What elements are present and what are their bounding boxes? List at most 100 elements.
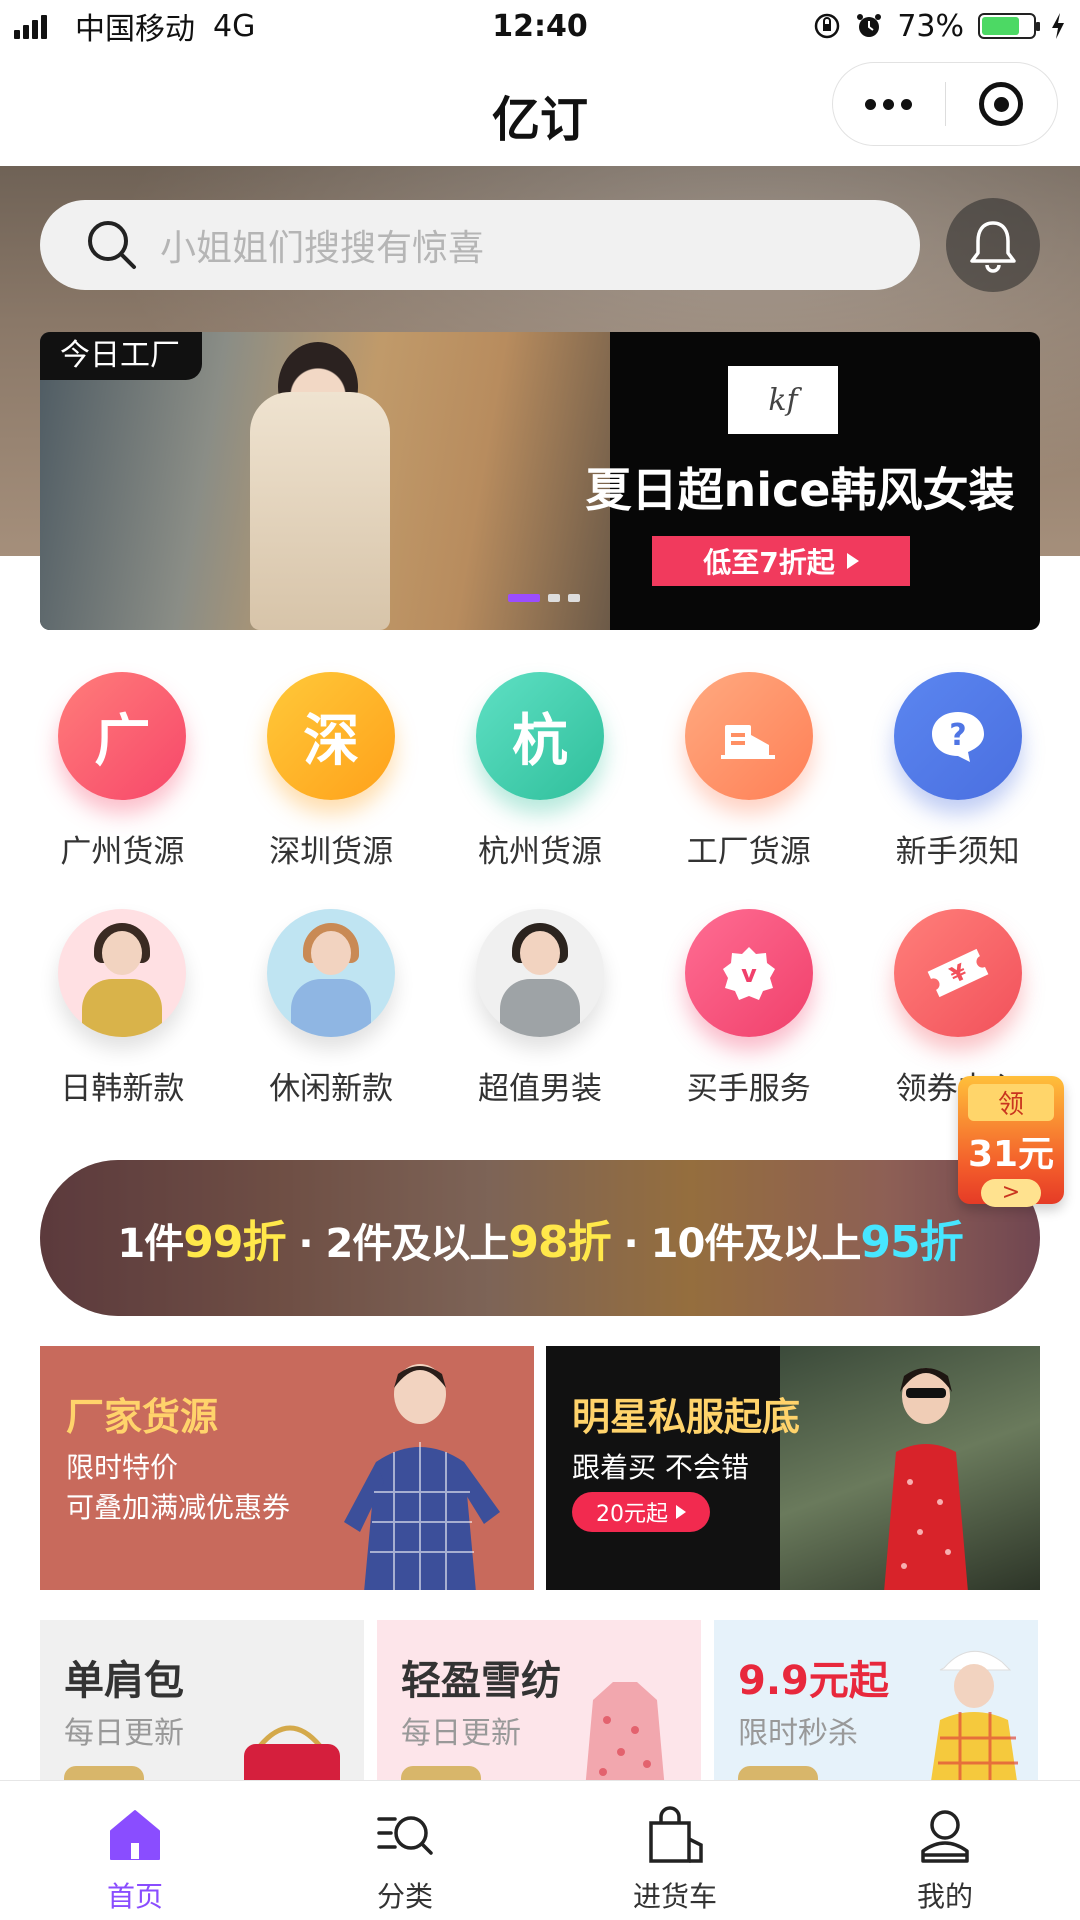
promo-price-button[interactable]: 20元起 [572,1492,710,1532]
tab-label: 分类 [376,1880,433,1913]
category-label: 新手须知 [895,834,1020,870]
mini-card-button [64,1766,144,1780]
tab-label: 首页 [106,1880,163,1913]
category-grid: 广 广州货源 深 深圳货源 杭 杭州货源 工厂货源 ? 新手须知 日韩新款 休闲… [18,672,1062,1108]
mini-card-title: 单肩包 [64,1658,184,1704]
model-photo [344,1364,500,1590]
category-shenzhen[interactable]: 深 深圳货源 [227,672,436,871]
discount-tier-1-unit: 折 [242,1217,287,1268]
discount-text: 1件99折 · 2件及以上98折 · 10件及以上95折 [117,1206,964,1270]
promo-card-factory[interactable]: 厂家货源 限时特价 可叠加满减优惠券 [40,1346,534,1590]
discount-strip[interactable]: 1件99折 · 2件及以上98折 · 10件及以上95折 [40,1160,1040,1316]
more-icon[interactable] [833,98,945,110]
search-input[interactable]: 小姐姐们搜搜有惊喜 [40,200,920,290]
discount-tier-3-value: 95 [860,1217,920,1268]
target-icon [979,82,1024,126]
promo-line: 限时特价 [66,1451,179,1484]
network-type: 4G [213,8,256,44]
category-guide[interactable]: ? 新手须知 [853,672,1062,871]
help-icon: ? [893,672,1022,800]
category-casual-new[interactable]: 休闲新款 [227,909,436,1108]
buyer-service-glyph: v [741,960,757,988]
guangzhou-icon: 广 [58,672,187,800]
tab-profile[interactable]: 我的 [810,1781,1080,1920]
tab-category[interactable]: 分类 [270,1781,540,1920]
category-label: 日韩新款 [60,1071,185,1107]
charging-icon [1052,13,1064,39]
banner-cta-label: 低至7折起 [703,546,835,579]
search-icon [88,221,136,269]
carousel-dot[interactable] [548,594,560,602]
factory-icon [684,672,813,800]
category-hangzhou[interactable]: 杭 杭州货源 [436,672,645,871]
discount-tier-1-value: 99 [183,1217,243,1268]
banner-headline: 夏日超nice韩风女装 [585,463,1015,517]
bell-icon [970,221,1016,273]
bag-photo [244,1725,340,1780]
tab-home[interactable]: 首页 [0,1781,270,1920]
mini-card-title: 9.9元起 [738,1658,889,1704]
signal-icon [14,13,47,39]
notification-button[interactable] [946,198,1040,292]
category-jk-new[interactable]: 日韩新款 [18,909,227,1108]
category-buyer-service[interactable]: v 买手服务 [644,909,853,1108]
discount-tier-2-label: 2件及以上 [325,1221,510,1267]
carousel-indicator [508,594,580,602]
close-miniprogram-button[interactable] [946,82,1058,126]
category-label: 深圳货源 [269,834,394,870]
battery-fill [982,17,1019,35]
battery-percent: 73% [897,8,964,44]
discount-tier-3-label: 10件及以上 [650,1221,862,1267]
promo-line: 可叠加满减优惠券 [66,1491,291,1524]
mini-card-chiffon[interactable]: 轻盈雪纺 每日更新 [377,1620,701,1780]
help-glyph: ? [949,718,966,753]
brand-logo: kf [728,366,838,434]
floating-coupon[interactable]: 领 31元 > [958,1076,1064,1207]
category-label: 超值男装 [477,1071,602,1107]
promo-card-celebrity[interactable]: 明星私服起底 跟着买 不会错 20元起 [546,1346,1040,1590]
mini-card-subtitle: 每日更新 [401,1716,521,1751]
orientation-lock-icon [815,13,840,39]
tab-bar: 首页 分类 进货车 我的 [0,1780,1080,1920]
promo-price-label: 20元起 [596,1502,668,1527]
category-label: 买手服务 [686,1071,811,1107]
category-menswear[interactable]: 超值男装 [436,909,645,1108]
status-bar: 中国移动 4G 12:40 73% [0,0,1080,52]
category-guangzhou[interactable]: 广 广州货源 [18,672,227,871]
nav-bar: 亿订 [0,52,1080,166]
coupon-claim-label: 领 [968,1084,1054,1121]
model-photo [267,909,396,1037]
blouse-photo [585,1682,665,1780]
carousel-dot[interactable] [568,594,580,602]
promo-line: 跟着买 不会错 [572,1451,749,1484]
carousel-dot[interactable] [508,594,540,602]
coupon-amount: 31元 [967,1134,1055,1175]
promo-banner[interactable]: 今日工厂 kf 夏日超nice韩风女装 低至7折起 [40,332,1040,630]
status-left: 中国移动 4G [14,4,255,48]
mini-card-flash-sale[interactable]: 9.9元起 限时秒杀 [714,1620,1038,1780]
alarm-icon [857,14,882,37]
shenzhen-icon: 深 [267,672,396,800]
promo-title: 厂家货源 [66,1395,219,1439]
category-label: 广州货源 [60,834,185,870]
user-icon [921,1810,969,1863]
hangzhou-icon: 杭 [475,672,604,800]
play-arrow-icon [846,553,859,569]
category-label: 休闲新款 [269,1071,394,1107]
status-right: 73% [813,9,1066,44]
carrier-name: 中国移动 [75,12,195,47]
mini-card-shoulder-bag[interactable]: 单肩包 每日更新 [40,1620,364,1780]
category-factory[interactable]: 工厂货源 [644,672,853,871]
banner-cta-button[interactable]: 低至7折起 [652,536,910,586]
banner-badge: 今日工厂 [40,332,202,380]
search-placeholder: 小姐姐们搜搜有惊喜 [160,228,485,269]
mini-card-button [738,1766,818,1780]
miniprogram-capsule [832,62,1058,146]
discount-separator: · [285,1221,326,1267]
play-arrow-icon [676,1505,686,1519]
category-search-icon [377,1816,433,1855]
tab-cart[interactable]: 进货车 [540,1781,810,1920]
discount-tier-2-value: 98 [508,1217,568,1268]
discount-tier-3-unit: 折 [919,1217,964,1268]
tab-label: 进货车 [632,1880,717,1913]
